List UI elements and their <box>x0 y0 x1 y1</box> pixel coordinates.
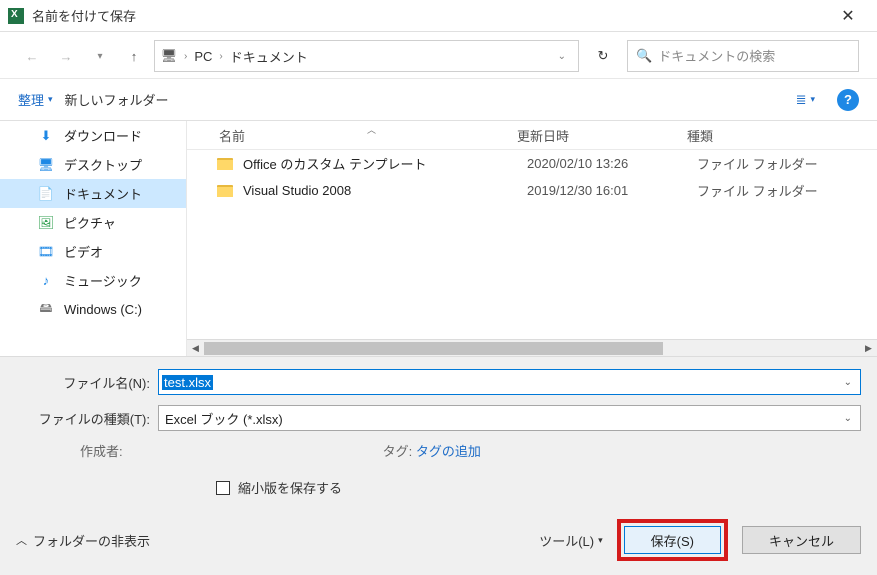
file-type: ファイル フォルダー <box>697 154 818 173</box>
navbar: ← → ▾ ↑ 🖥 › PC › ドキュメント ⌄ ↻ 🔍 <box>0 32 877 72</box>
breadcrumb[interactable]: 🖥 › PC › ドキュメント ⌄ <box>154 40 579 72</box>
download-icon: ⬇ <box>38 128 54 144</box>
document-icon: 📄 <box>38 186 54 202</box>
save-form: ファイル名(N): test.xlsx ⌄ ファイルの種類(T): Excel … <box>0 356 877 507</box>
view-list-icon: ≣ <box>796 92 807 108</box>
organize-menu[interactable]: 整理 ▾ <box>18 90 53 109</box>
filetype-value: Excel ブック (*.xlsx) <box>159 409 283 428</box>
hide-folders-toggle[interactable]: ︿ フォルダーの非表示 <box>16 531 150 550</box>
scroll-track[interactable] <box>204 340 860 357</box>
recent-dropdown[interactable]: ▾ <box>86 42 114 70</box>
chevron-down-icon: ▾ <box>810 94 815 105</box>
sidebar-item-label: ミュージック <box>64 271 142 290</box>
back-button[interactable]: ← <box>18 42 46 70</box>
sidebar-item-downloads[interactable]: ⬇ ダウンロード <box>0 121 186 150</box>
folder-icon <box>217 158 233 170</box>
breadcrumb-current[interactable]: ドキュメント <box>230 47 308 66</box>
dialog-footer: ︿ フォルダーの非表示 ツール(L) ▾ 保存(S) キャンセル <box>0 507 877 575</box>
sidebar-item-c-drive[interactable]: 🖴 Windows (C:) <box>0 295 186 324</box>
file-date: 2020/02/10 13:26 <box>527 156 697 171</box>
filetype-label: ファイルの種類(T): <box>16 409 158 428</box>
help-button[interactable]: ? <box>837 89 859 111</box>
file-name: Office のカスタム テンプレート <box>243 154 527 173</box>
sidebar: ⬇ ダウンロード 🖥 デスクトップ 📄 ドキュメント 🖼 ピクチャ 🎞 ビデオ … <box>0 121 187 356</box>
save-button[interactable]: 保存(S) <box>624 526 721 554</box>
refresh-button[interactable]: ↻ <box>585 40 621 72</box>
chevron-right-icon: › <box>181 51 190 62</box>
sidebar-item-desktop[interactable]: 🖥 デスクトップ <box>0 150 186 179</box>
hide-folders-label: フォルダーの非表示 <box>33 531 150 550</box>
sidebar-item-label: ドキュメント <box>64 184 142 203</box>
file-date: 2019/12/30 16:01 <box>527 183 697 198</box>
sidebar-item-label: デスクトップ <box>64 155 142 174</box>
file-rows: Office のカスタム テンプレート 2020/02/10 13:26 ファイ… <box>187 150 877 339</box>
filetype-select[interactable]: Excel ブック (*.xlsx) ⌄ <box>158 405 861 431</box>
toolbar: 整理 ▾ 新しいフォルダー ≣ ▾ ? <box>0 78 877 114</box>
sidebar-item-label: ビデオ <box>64 242 103 261</box>
up-button[interactable]: ↑ <box>120 42 148 70</box>
forward-button[interactable]: → <box>52 42 80 70</box>
main-area: ⬇ ダウンロード 🖥 デスクトップ 📄 ドキュメント 🖼 ピクチャ 🎞 ビデオ … <box>0 120 877 356</box>
drive-icon: 🖴 <box>38 302 54 318</box>
sidebar-item-label: ピクチャ <box>64 213 116 232</box>
file-type: ファイル フォルダー <box>697 181 818 200</box>
breadcrumb-root[interactable]: PC <box>194 49 212 64</box>
sidebar-item-videos[interactable]: 🎞 ビデオ <box>0 237 186 266</box>
sidebar-item-music[interactable]: ♪ ミュージック <box>0 266 186 295</box>
column-name[interactable]: 名前 <box>187 126 517 145</box>
sidebar-item-documents[interactable]: 📄 ドキュメント <box>0 179 186 208</box>
chevron-down-icon[interactable]: ⌄ <box>844 377 852 388</box>
desktop-icon: 🖥 <box>38 157 54 173</box>
save-button-highlight: 保存(S) <box>617 519 728 561</box>
filename-label: ファイル名(N): <box>16 373 158 392</box>
author-label: 作成者: <box>80 441 123 460</box>
column-headers: ︿ 名前 更新日時 種類 <box>187 121 877 150</box>
tag-label: タグ: <box>383 444 413 459</box>
horizontal-scrollbar[interactable]: ◀ ▶ <box>187 339 877 356</box>
search-icon: 🔍 <box>636 48 652 64</box>
tag-add-link[interactable]: タグの追加 <box>416 444 481 459</box>
sidebar-item-pictures[interactable]: 🖼 ピクチャ <box>0 208 186 237</box>
tools-label: ツール(L) <box>539 531 594 550</box>
sidebar-item-label: ダウンロード <box>64 126 142 145</box>
column-type[interactable]: 種類 <box>687 126 877 145</box>
cancel-button[interactable]: キャンセル <box>742 526 861 554</box>
tools-menu[interactable]: ツール(L) ▾ <box>539 531 602 550</box>
pc-icon: 🖥 <box>161 48 177 64</box>
thumbnail-label: 縮小版を保存する <box>238 478 342 497</box>
chevron-up-icon: ︿ <box>16 532 27 548</box>
sort-indicator: ︿ <box>367 123 376 136</box>
file-name: Visual Studio 2008 <box>243 183 527 198</box>
view-options[interactable]: ≣ ▾ <box>796 92 815 108</box>
titlebar: 名前を付けて保存 ✕ <box>0 0 877 32</box>
file-list: ︿ 名前 更新日時 種類 Office のカスタム テンプレート 2020/02… <box>187 121 877 356</box>
file-row[interactable]: Visual Studio 2008 2019/12/30 16:01 ファイル… <box>187 177 877 204</box>
video-icon: 🎞 <box>38 244 54 260</box>
chevron-down-icon: ▾ <box>48 94 53 105</box>
organize-label: 整理 <box>18 90 44 109</box>
column-date[interactable]: 更新日時 <box>517 126 687 145</box>
music-icon: ♪ <box>38 273 54 289</box>
breadcrumb-dropdown[interactable]: ⌄ <box>552 51 572 62</box>
folder-icon <box>217 185 233 197</box>
thumbnail-checkbox[interactable] <box>216 481 230 495</box>
scroll-thumb[interactable] <box>204 342 663 355</box>
search-input[interactable] <box>658 49 850 64</box>
scroll-right-icon[interactable]: ▶ <box>860 340 877 357</box>
excel-icon <box>8 8 24 24</box>
picture-icon: 🖼 <box>38 215 54 231</box>
sidebar-item-label: Windows (C:) <box>64 302 142 317</box>
new-folder-label: 新しいフォルダー <box>65 90 169 109</box>
close-button[interactable]: ✕ <box>827 1 869 31</box>
chevron-down-icon: ▾ <box>598 535 603 546</box>
search-box[interactable]: 🔍 <box>627 40 859 72</box>
window-title: 名前を付けて保存 <box>32 6 827 25</box>
scroll-left-icon[interactable]: ◀ <box>187 340 204 357</box>
file-row[interactable]: Office のカスタム テンプレート 2020/02/10 13:26 ファイ… <box>187 150 877 177</box>
chevron-down-icon[interactable]: ⌄ <box>844 413 852 424</box>
filename-input[interactable]: test.xlsx ⌄ <box>158 369 861 395</box>
new-folder-button[interactable]: 新しいフォルダー <box>65 90 169 109</box>
chevron-right-icon: › <box>216 51 225 62</box>
filename-value: test.xlsx <box>162 375 213 390</box>
